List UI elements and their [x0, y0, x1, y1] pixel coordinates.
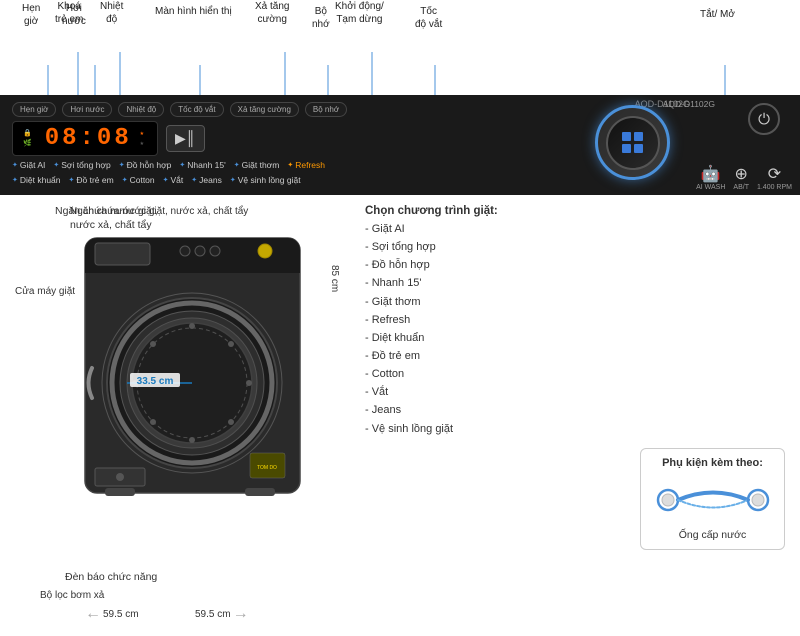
prog-item-11: - Vệ sinh lồng giặt: [365, 420, 785, 438]
power-button[interactable]: ⏻: [748, 103, 780, 135]
prog-item-0: - Giặt AI: [365, 220, 785, 238]
abt-icon-group: ⊕ AB/T: [733, 164, 749, 191]
program-dial[interactable]: [595, 105, 670, 180]
prog-item-4: - Giặt thơm: [365, 293, 785, 311]
btn-toc-do-vat[interactable]: Tốc độ vắt: [170, 102, 223, 117]
dial-inner: [606, 116, 660, 170]
info-panel: Chọn chương trình giặt: - Giặt AI - Sợi …: [350, 205, 785, 631]
svg-text:TOM DO: TOM DO: [257, 465, 277, 471]
label-man-hinh: Màn hình hiển thị: [155, 5, 232, 18]
display-star-2: ★: [140, 139, 147, 148]
ai-wash-label: AI WASH: [696, 184, 725, 191]
label-xa-tang-cuong: Xả tăngcường: [255, 0, 289, 26]
display-icon-lock: 🔒: [23, 129, 35, 138]
model-number: AQD-D1102G: [663, 99, 715, 109]
prog-do-tre-em[interactable]: ✦Đồ trẻ em: [69, 175, 114, 185]
play-pause-button[interactable]: ▶║: [166, 125, 205, 152]
accessory-title: Phụ kiện kèm theo:: [651, 457, 774, 469]
plus-icon: ⊕: [734, 164, 747, 184]
ai-wash-icon-group: 🤖 AI WASH: [696, 164, 725, 191]
bottom-right-icons: 🤖 AI WASH ⊕ AB/T ⟳ 1.400 RPM: [696, 164, 792, 191]
prog-jeans[interactable]: ✦Jeans: [191, 175, 222, 185]
dim-height: 85 cm: [329, 265, 340, 292]
accessory-box: Phụ kiện kèm theo: Ống cấp nước: [640, 448, 785, 550]
program-list: - Giặt AI - Sợi tổng hợp - Đồ hỗn hợp - …: [365, 220, 785, 438]
display-icon-leaf: 🌿: [23, 139, 35, 148]
prog-vat[interactable]: ✦Vắt: [163, 175, 184, 185]
abt-label: AB/T: [733, 184, 749, 191]
bottom-content: Ngăn chứa nước giặt, nước xả, chất tẩy C…: [0, 195, 800, 636]
btn-bo-nho[interactable]: Bộ nhớ: [305, 102, 347, 117]
drum-icon: ⟳: [768, 164, 781, 184]
label-bo-loc: Bộ lọc bơm xả: [40, 590, 104, 601]
label-den-bao-chuc-nang: Đèn báo chức năng: [65, 571, 157, 583]
power-and-icons: ⏻: [748, 103, 780, 135]
page-wrapper: Hẹngiờ Hơinước Khoátrẻ em Nhiệtđộ Màn hì…: [0, 0, 800, 636]
display-time: 08:08: [45, 125, 132, 152]
btn-xa-tang-cuong[interactable]: Xả tăng cường: [230, 102, 299, 117]
prog-soi-tong-hop[interactable]: ✦Sợi tổng hợp: [53, 160, 110, 170]
prog-item-1: - Sợi tổng hợp: [365, 238, 785, 256]
dial-dot-3: [622, 144, 631, 153]
program-list-title: Chọn chương trình giặt:: [365, 205, 785, 217]
prog-item-7: - Đồ trẻ em: [365, 347, 785, 365]
machine-svg: TOM DO 33.5 cm: [30, 233, 330, 523]
prog-giat-thom[interactable]: ✦Giặt thơm: [234, 160, 280, 170]
label-khoa-tre-em: Khoátrẻ em: [55, 0, 83, 26]
dial-dot-1: [622, 132, 631, 141]
label-bo-nho: Bộnhớ: [312, 5, 330, 31]
label-khoi-dong: Khởi động/Tạm dừng: [335, 0, 384, 26]
prog-item-8: - Cotton: [365, 365, 785, 383]
dial-grid: [622, 132, 643, 153]
machine-diagram: Ngăn chứa nước giặt, nước xả, chất tẩy C…: [15, 205, 345, 631]
rpm-label: 1.400 RPM: [757, 184, 792, 191]
prog-item-10: - Jeans: [365, 401, 785, 419]
panel-right: [595, 105, 670, 180]
svg-text:33.5 cm: 33.5 cm: [137, 376, 174, 387]
prog-item-2: - Đồ hỗn hợp: [365, 256, 785, 274]
display-screen: 🔒 🌿 08:08 ★ ★: [12, 121, 158, 156]
prog-item-3: - Nhanh 15': [365, 274, 785, 292]
label-nhiet-do: Nhiệtđộ: [100, 0, 123, 26]
prog-nhanh-15[interactable]: ✦Nhanh 15': [179, 160, 225, 170]
accessory-label: Ống cấp nước: [651, 529, 774, 541]
prog-do-hon-hop[interactable]: ✦Đồ hỗn hợp: [119, 160, 172, 170]
hose-svg: [653, 475, 773, 525]
dim-width2: 59.5 cm →: [195, 605, 249, 623]
btn-hoi-nuoc[interactable]: Hơi nước: [62, 102, 112, 117]
prog-ve-sinh[interactable]: ✦Vệ sinh lồng giặt: [230, 175, 301, 185]
label-hen-gio: Hẹngiờ: [22, 2, 40, 28]
prog-item-5: - Refresh: [365, 311, 785, 329]
prog-giat-ai[interactable]: ✦Giặt AI: [12, 160, 45, 170]
control-panel: AQD-D1102G Hẹn giờ Hơi nước Nhiệt độ Tốc…: [0, 95, 800, 195]
btn-hen-gio[interactable]: Hẹn giờ: [12, 102, 56, 117]
annotations-row: Hẹngiờ Hơinước Khoátrẻ em Nhiệtđộ Màn hì…: [0, 0, 800, 95]
prog-item-6: - Diệt khuẩn: [365, 329, 785, 347]
rpm-icon-group: ⟳ 1.400 RPM: [757, 164, 792, 191]
label-den-bao: Ngăn chứa nước giặt,: [55, 205, 158, 217]
dial-dot-2: [634, 132, 643, 141]
label-tat-mo: Tắt/ Mở: [700, 8, 735, 21]
label-toc-do-vat: Tốcđộ vắt: [415, 5, 442, 31]
dial-dot-4: [634, 144, 643, 153]
ai-wash-icon: 🤖: [701, 164, 721, 184]
label-den-bao-2: nước xả, chất tẩy: [70, 219, 152, 231]
btn-nhiet-do[interactable]: Nhiệt độ: [118, 102, 164, 117]
dim-width1: ← 59.5 cm: [85, 605, 139, 623]
display-star-1: ★: [140, 129, 147, 138]
prog-cotton[interactable]: ✦Cotton: [122, 175, 155, 185]
prog-refresh[interactable]: ✦Refresh: [287, 160, 325, 170]
prog-item-9: - Vắt: [365, 383, 785, 401]
prog-diet-khuan[interactable]: ✦Diệt khuẩn: [12, 175, 61, 185]
